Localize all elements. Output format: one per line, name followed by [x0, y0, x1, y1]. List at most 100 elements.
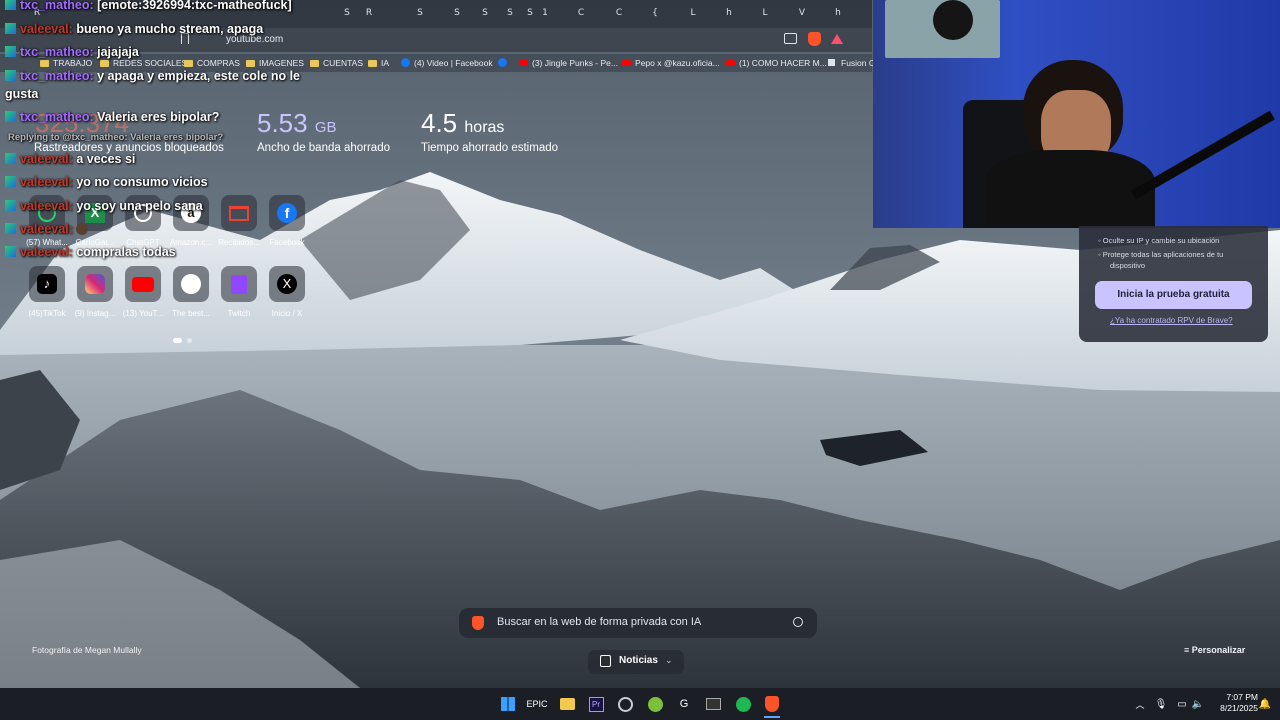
browser-tab[interactable]: S: [523, 6, 537, 20]
epic-games-icon[interactable]: EPIC: [527, 694, 548, 714]
browser-tab[interactable]: C: [574, 6, 588, 20]
browser-tab[interactable]: h: [831, 6, 845, 20]
windows-start-icon[interactable]: [498, 694, 518, 714]
twitch-icon: [231, 274, 247, 294]
folder-icon: [310, 60, 319, 67]
bookmark-label: (4) Video | Facebook: [414, 58, 493, 68]
customize-label: Personalizar: [1191, 645, 1246, 655]
chat-message: valeeval: yo no consumo vicios: [5, 175, 208, 189]
stat-time-value: 4.5 horas: [421, 108, 504, 139]
chat-username: valeeval:: [20, 175, 73, 189]
tile-tiktok[interactable]: ♪: [29, 266, 65, 302]
page-dot[interactable]: [187, 338, 192, 343]
chat-badge-icon: [5, 46, 16, 57]
youtube-icon: [622, 60, 631, 66]
browser-tab[interactable]: {: [648, 6, 662, 20]
page-dot-active[interactable]: [173, 338, 182, 343]
microphone-icon[interactable]: 🎙: [1151, 694, 1171, 714]
chat-message: valeeval: compralas todas: [5, 245, 176, 259]
discord-icon: [181, 274, 201, 294]
folder-icon: [40, 60, 49, 67]
chat-text: bueno ya mucho stream, apaga: [76, 22, 264, 36]
browser-tab[interactable]: S: [340, 6, 354, 20]
browser-tab[interactable]: 1: [538, 6, 552, 20]
customize-button[interactable]: ≡ Personalizar: [1184, 645, 1245, 655]
share-icon[interactable]: [784, 33, 797, 44]
vpn-feature-2-cont: dispositivo: [1110, 261, 1146, 270]
chat-username: txc_matheo:: [20, 0, 94, 12]
browser-tab[interactable]: S: [413, 6, 427, 20]
brave-rewards-icon[interactable]: [831, 34, 843, 44]
browser-tab[interactable]: S: [450, 6, 464, 20]
brave-taskbar-icon[interactable]: [762, 694, 782, 714]
bookmark-label: IA: [381, 58, 390, 68]
tile-gmail[interactable]: [221, 195, 257, 231]
browser-tab[interactable]: S: [503, 6, 517, 20]
start-trial-button[interactable]: Inicia la prueba gratuita: [1095, 281, 1252, 309]
stat-time-unit: horas: [464, 119, 505, 136]
search-icon[interactable]: [793, 617, 803, 627]
browser-tab[interactable]: h: [722, 6, 736, 20]
chat-message: valeeval: bueno ya mucho stream, apaga: [5, 22, 263, 36]
chat-username: valeeval:: [20, 22, 73, 36]
bookmark-folder[interactable]: IA: [368, 58, 389, 68]
chat-text: gusta: [5, 87, 39, 101]
browser-tab[interactable]: V: [795, 6, 809, 20]
obs-icon[interactable]: [615, 694, 635, 714]
brave-logo-icon: [472, 616, 484, 630]
vpn-feature-2: ◦ Protege todas las aplicaciones de tu: [1098, 250, 1224, 259]
chat-username: valeeval:: [20, 199, 73, 213]
bookmark-link[interactable]: (4) Video | Facebook: [401, 58, 493, 68]
logitech-icon[interactable]: G: [674, 694, 694, 714]
chat-text: yo soy una pelo sana: [76, 199, 203, 213]
bookmark-label: (1) COMO HACER M...: [739, 58, 827, 68]
facebook-icon: [401, 58, 410, 67]
tile-discord[interactable]: [173, 266, 209, 302]
browser-tab[interactable]: R: [362, 6, 376, 20]
spotify-icon[interactable]: [733, 694, 753, 714]
bookmark-link[interactable]: (1) COMO HACER M...: [726, 58, 827, 68]
notification-icon[interactable]: 🔔: [1255, 694, 1275, 714]
chat-text: jajajaja: [97, 45, 139, 59]
chat-username: txc_matheo:: [20, 110, 94, 124]
terminal-icon[interactable]: [703, 694, 723, 714]
vpn-feature-text: Oculte su IP y cambie su ubicación: [1102, 236, 1220, 245]
tile-label: Facebook: [269, 238, 305, 247]
chat-username: valeeval:: [20, 245, 73, 259]
chat-username: valeeval:: [20, 152, 73, 166]
tile-x[interactable]: X: [269, 266, 305, 302]
tile-twitch[interactable]: [221, 266, 257, 302]
bookmark-link[interactable]: Pepo x @kazu.oficia...: [622, 58, 720, 68]
vpn-already-subscribed-link[interactable]: ¿Ya ha contratado RPV de Brave?: [1110, 316, 1233, 325]
tile-youtube[interactable]: [125, 266, 161, 302]
vpn-feature-text: Protege todas las aplicaciones de tu: [1102, 250, 1224, 259]
clock[interactable]: 7:07 PM 8/21/2025: [1210, 692, 1258, 714]
tile-facebook[interactable]: f: [269, 195, 305, 231]
bookmark-link[interactable]: (3) Jingle Punks - Pe...: [498, 58, 618, 68]
file-explorer-icon[interactable]: [557, 694, 577, 714]
bookmark-label: IMAGENES: [259, 58, 304, 68]
bookmark-folder[interactable]: REDES SOCIALES: [100, 58, 187, 68]
browser-tab[interactable]: C: [612, 6, 626, 20]
chat-text: a veces si: [76, 152, 136, 166]
brave-shields-icon[interactable]: [808, 32, 821, 46]
browser-tab[interactable]: L: [758, 6, 772, 20]
xbox-icon[interactable]: [645, 694, 665, 714]
tray-chevron-up-icon[interactable]: ︿: [1130, 694, 1150, 714]
mic-arm: [1131, 110, 1275, 200]
bookmark-folder[interactable]: CUENTAS: [310, 58, 363, 68]
bookmark-link[interactable]: Fusion C: [828, 58, 875, 68]
volume-icon[interactable]: 🔈: [1188, 694, 1208, 714]
chat-message: valeeval: yo soy una pelo sana: [5, 199, 203, 213]
browser-tab[interactable]: L: [686, 6, 700, 20]
bookmark-folder[interactable]: IMAGENES: [246, 58, 304, 68]
browser-tab[interactable]: S: [478, 6, 492, 20]
bookmark-label: REDES SOCIALES: [113, 58, 188, 68]
active-app-indicator: [764, 716, 780, 718]
tile-instagram[interactable]: [77, 266, 113, 302]
premiere-icon[interactable]: Pr: [586, 694, 606, 714]
search-input[interactable]: Buscar en la web de forma privada con IA: [497, 616, 701, 628]
bookmark-folder[interactable]: TRABAJO: [40, 58, 92, 68]
tile-label: Inicio / X: [271, 309, 303, 318]
bookmark-folder[interactable]: COMPRAS: [184, 58, 240, 68]
